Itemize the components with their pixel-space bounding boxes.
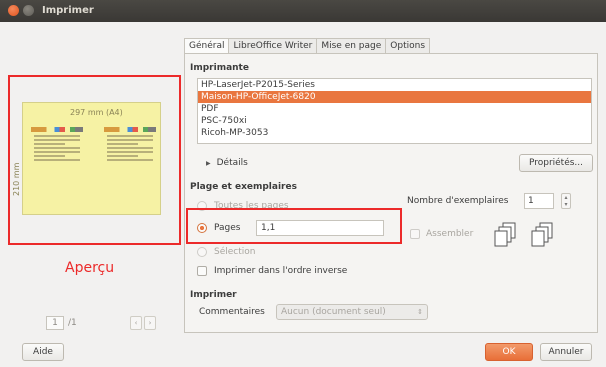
window-title: Imprimer xyxy=(42,5,94,16)
page-number-field[interactable]: 1 xyxy=(46,316,64,330)
minimize-window-button[interactable] xyxy=(23,5,34,16)
reverse-order-label: Imprimer dans l'ordre inverse xyxy=(214,266,348,276)
preview-caption: Aperçu xyxy=(65,260,115,276)
close-window-button[interactable] xyxy=(8,5,19,16)
tab-page-layout[interactable]: Mise en page xyxy=(316,38,387,54)
copies-label: Nombre d'exemplaires xyxy=(407,196,509,206)
paper-height-label: 210 mm xyxy=(12,162,21,196)
ok-button[interactable]: OK xyxy=(485,343,533,361)
copies-stepper[interactable]: ▴ ▾ xyxy=(561,193,571,209)
range-section-label: Plage et exemplaires xyxy=(190,182,297,192)
comments-value: Aucun (document seul) xyxy=(281,307,386,317)
reverse-order-checkbox[interactable] xyxy=(197,266,207,276)
printer-item[interactable]: Ricoh-MP-3053 xyxy=(198,127,591,139)
title-bar: Imprimer xyxy=(0,0,606,22)
printer-section-label: Imprimante xyxy=(190,63,249,73)
preview-page-left xyxy=(31,127,83,191)
tab-libreoffice-writer[interactable]: LibreOffice Writer xyxy=(228,38,318,54)
comments-select[interactable]: Aucun (document seul) ⇕ xyxy=(276,304,428,320)
collate-checkbox[interactable] xyxy=(410,229,420,239)
collate-pages-icon xyxy=(531,222,553,247)
printer-item[interactable]: HP-LaserJet-P2015-Series xyxy=(198,79,591,91)
selection-radio[interactable] xyxy=(197,247,207,257)
page-total: /1 xyxy=(68,318,77,328)
printer-item[interactable]: PDF xyxy=(198,103,591,115)
tab-bar: Général LibreOffice Writer Mise en page … xyxy=(184,38,431,55)
chevron-updown-icon: ⇕ xyxy=(417,308,423,316)
tab-options[interactable]: Options xyxy=(385,38,431,54)
pages-input[interactable]: 1,1 xyxy=(256,220,384,236)
preview-page-right xyxy=(104,127,156,191)
properties-button[interactable]: Propriétés... xyxy=(519,154,593,172)
collate-pages-icon xyxy=(494,222,516,247)
print-section-label: Imprimer xyxy=(190,290,237,300)
cancel-button[interactable]: Annuler xyxy=(540,343,592,361)
selection-label: Sélection xyxy=(214,247,256,257)
printer-item[interactable]: PSC-750xi xyxy=(198,115,591,127)
details-expander[interactable]: ▶ Détails xyxy=(206,158,248,168)
pages-radio[interactable] xyxy=(197,223,207,233)
collate-label: Assembler xyxy=(426,229,474,239)
comments-label: Commentaires xyxy=(199,307,265,317)
printer-item-selected[interactable]: Maison-HP-OfficeJet-6820 xyxy=(198,91,591,103)
help-button[interactable]: Aide xyxy=(22,343,64,361)
copies-input[interactable]: 1 xyxy=(524,193,554,209)
previous-page-button[interactable]: ‹ xyxy=(130,316,142,330)
pages-label: Pages xyxy=(214,223,241,233)
next-page-button[interactable]: › xyxy=(144,316,156,330)
printer-list[interactable]: HP-LaserJet-P2015-Series Maison-HP-Offic… xyxy=(197,78,592,144)
expander-arrow-icon: ▶ xyxy=(206,160,211,167)
paper-width-label: 297 mm (A4) xyxy=(70,108,123,117)
details-label: Détails xyxy=(216,158,248,168)
